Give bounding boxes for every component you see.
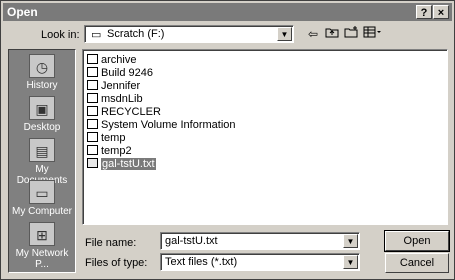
look-in-value: Scratch (F:) [107, 28, 165, 40]
my-computer-icon: ▭ [29, 180, 55, 204]
file-type-value: Text files (*.txt) [165, 256, 238, 268]
list-item-selected[interactable]: gal-tstU.txt [87, 158, 156, 171]
list-item[interactable]: temp [87, 132, 125, 145]
list-item[interactable]: msdnLib [87, 93, 143, 106]
file-name-value: gal-tstU.txt [165, 235, 218, 247]
look-in-dropdown[interactable]: ▭ Scratch (F:) ▼ [84, 25, 294, 43]
folder-icon [87, 106, 98, 116]
my-documents-icon: ▤ [29, 138, 55, 162]
views-menu-icon[interactable] [361, 25, 385, 43]
open-button-label: Open [403, 235, 431, 247]
folder-icon [87, 132, 98, 142]
place-label: My Computer [11, 206, 72, 217]
places-bar: ◷ History ▣ Desktop ▤ My Documents ▭ My … [8, 49, 76, 273]
chevron-down-icon[interactable]: ▼ [343, 234, 358, 248]
text-file-icon [87, 158, 98, 168]
back-icon[interactable]: ⇦ [304, 25, 322, 43]
my-network-icon: ⊞ [29, 222, 55, 246]
folder-icon [87, 145, 98, 155]
folder-icon [87, 80, 98, 90]
list-item[interactable]: Build 9246 [87, 67, 153, 80]
list-item[interactable]: Jennifer [87, 80, 140, 93]
history-icon: ◷ [29, 54, 55, 78]
file-name-label: File name: [85, 237, 137, 249]
title-bar[interactable]: Open ? × [3, 3, 452, 21]
help-button[interactable]: ? [416, 5, 432, 19]
new-folder-icon[interactable] [342, 25, 360, 43]
place-history[interactable]: ◷ History [9, 54, 75, 91]
drive-icon: ▭ [91, 29, 102, 41]
place-label: My Network P... [15, 248, 69, 270]
list-item[interactable]: temp2 [87, 145, 132, 158]
file-type-dropdown[interactable]: Text files (*.txt) ▼ [160, 253, 360, 271]
place-my-documents[interactable]: ▤ My Documents [9, 138, 75, 186]
up-folder-icon[interactable] [323, 25, 341, 43]
list-item[interactable]: RECYCLER [87, 106, 161, 119]
cancel-button[interactable]: Cancel [385, 253, 449, 273]
file-name-input[interactable]: gal-tstU.txt ▼ [160, 232, 360, 250]
folder-icon [87, 67, 98, 77]
place-label: Desktop [23, 122, 61, 133]
place-my-network[interactable]: ⊞ My Network P... [9, 222, 75, 270]
desktop-icon: ▣ [29, 96, 55, 120]
list-item[interactable]: System Volume Information [87, 119, 236, 132]
list-item[interactable]: archive [87, 54, 136, 67]
chevron-down-icon[interactable]: ▼ [277, 27, 292, 41]
place-my-computer[interactable]: ▭ My Computer [9, 180, 75, 217]
window-title: Open [7, 5, 38, 19]
cancel-button-label: Cancel [399, 257, 435, 269]
close-button[interactable]: × [433, 5, 449, 19]
folder-icon [87, 93, 98, 103]
file-list[interactable]: archive Build 9246 Jennifer msdnLib RECY… [82, 49, 448, 225]
chevron-down-icon[interactable]: ▼ [343, 255, 358, 269]
place-desktop[interactable]: ▣ Desktop [9, 96, 75, 133]
folder-icon [87, 54, 98, 64]
folder-icon [87, 119, 98, 129]
look-in-label: Look in: [41, 29, 80, 41]
place-label: History [26, 80, 58, 91]
open-button[interactable]: Open [384, 230, 450, 252]
file-type-label: Files of type: [85, 257, 148, 269]
open-dialog: Open ? × Look in: ▭ Scratch (F:) ▼ ⇦ ◷ H… [0, 0, 455, 280]
